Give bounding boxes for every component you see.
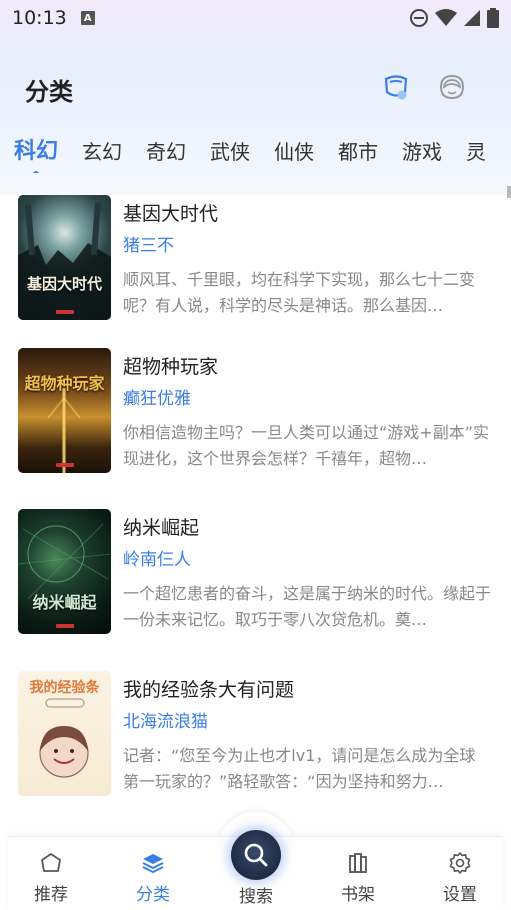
book-item[interactable]: 基因大时代 基因大时代 猪三不 顺风耳、千里眼，均在科学下实现，那么七十二变呢？… <box>18 195 498 325</box>
search-button[interactable] <box>231 830 281 880</box>
book-item[interactable]: 超物种玩家 超物种玩家 癫狂优雅 你相信造物主吗？一旦人类可以通过“游戏+副本”… <box>18 348 498 478</box>
nav-settings-label: 设置 <box>443 885 477 905</box>
signal-icon <box>464 10 480 26</box>
cover-title: 超物种玩家 <box>24 374 105 393</box>
book-description: 顺风耳、千里眼，均在科学下实现，那么七十二变呢？有人说，科学的尽头是神话。那么基… <box>123 270 476 315</box>
tab-xuanhuan[interactable]: 玄幻 <box>82 133 122 165</box>
cover-art <box>18 202 111 320</box>
publisher-mark-icon <box>56 310 74 314</box>
cover-title: 基因大时代 <box>26 275 102 293</box>
book-author[interactable]: 岭南仨人 <box>123 545 191 570</box>
book-cover[interactable]: 我的经验条 <box>18 671 111 796</box>
tab-xianxia[interactable]: 仙侠 <box>274 133 314 165</box>
status-icons <box>409 8 499 28</box>
search-icon <box>244 843 268 867</box>
book-author[interactable]: 癫狂优雅 <box>123 384 191 409</box>
book-title[interactable]: 纳米崛起 <box>123 513 199 540</box>
book-list[interactable]: 基因大时代 基因大时代 猪三不 顺风耳、千里眼，均在科学下实现，那么七十二变呢？… <box>0 195 511 835</box>
layers-icon <box>142 854 164 874</box>
wifi-icon <box>435 9 457 26</box>
book-cover[interactable]: 基因大时代 <box>18 195 111 320</box>
nav-recommend[interactable]: 推荐 <box>11 837 91 907</box>
cover-art <box>47 388 81 473</box>
home-icon <box>41 853 61 872</box>
book-description: 你相信造物主吗？一旦人类可以通过“游戏+副本”实现进化，这个世界会怎样？千禧年，… <box>123 423 489 468</box>
status-time: 10:13 <box>12 7 67 29</box>
nav-search-label[interactable]: 搜索 <box>216 882 296 907</box>
book-cover[interactable]: 纳米崛起 <box>18 509 111 634</box>
publisher-mark-icon <box>56 624 74 628</box>
battery-icon <box>487 8 499 28</box>
nav-category[interactable]: 分类 <box>113 837 193 907</box>
nav-settings[interactable]: 设置 <box>420 837 500 907</box>
book-author[interactable]: 猪三不 <box>123 231 174 256</box>
cover-art <box>39 698 89 778</box>
book-title[interactable]: 基因大时代 <box>123 199 218 226</box>
book-title[interactable]: 超物种玩家 <box>123 352 218 379</box>
dnd-icon <box>410 9 428 27</box>
book-description: 记者：“您至今为止也才lv1，请问是怎么成为全球第一玩家的？”路轻歌答：“因为坚… <box>123 746 476 791</box>
book-item[interactable]: 我的经验条 我的经验条大有问题 北海流浪猫 记者：“您至今为止也才lv1，请问是… <box>18 671 498 801</box>
tab-urban[interactable]: 都市 <box>338 133 378 165</box>
nav-category-label: 分类 <box>136 885 170 905</box>
nav-bookshelf-label: 书架 <box>341 885 375 905</box>
gender-female-icon[interactable] <box>437 72 467 102</box>
book-author[interactable]: 北海流浪猫 <box>123 707 208 732</box>
book-cover[interactable]: 超物种玩家 <box>18 348 111 473</box>
book-title[interactable]: 我的经验条大有问题 <box>123 675 294 702</box>
publisher-mark-icon <box>56 463 74 467</box>
tab-spirit[interactable]: 灵 <box>466 133 486 165</box>
tab-fantasy[interactable]: 奇幻 <box>146 133 186 165</box>
gender-male-icon[interactable] <box>381 72 411 102</box>
page-title: 分类 <box>25 78 73 106</box>
tab-wuxia[interactable]: 武侠 <box>210 133 250 165</box>
status-bar: 10:13 A <box>0 0 511 36</box>
book-description: 一个超忆患者的奋斗，这是属于纳米的时代。缘起于一份未来记忆。取巧于零八次贷危机。… <box>123 584 491 629</box>
cover-art <box>18 523 111 600</box>
notification-a-icon: A <box>80 11 95 25</box>
nav-bookshelf[interactable]: 书架 <box>318 837 398 907</box>
book-item[interactable]: 纳米崛起 纳米崛起 岭南仨人 一个超忆患者的奋斗，这是属于纳米的时代。缘起于一份… <box>18 509 498 639</box>
gear-icon <box>449 852 471 874</box>
category-tabs: 科幻 玄幻 奇幻 武侠 仙侠 都市 游戏 灵 <box>0 133 511 173</box>
bookshelf-icon <box>349 853 367 873</box>
cover-title: 纳米崛起 <box>32 593 97 612</box>
nav-recommend-label: 推荐 <box>34 885 68 905</box>
tab-game[interactable]: 游戏 <box>402 133 442 165</box>
tab-scifi[interactable]: 科幻 <box>14 133 58 173</box>
